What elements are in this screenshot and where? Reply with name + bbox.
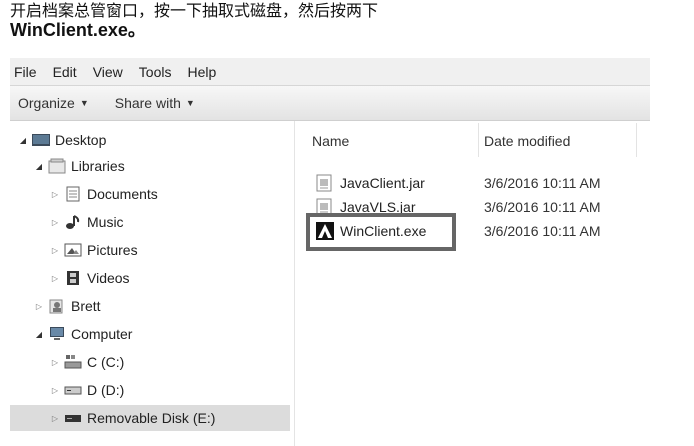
- tree-item-libraries[interactable]: ◢ Libraries: [34, 153, 125, 179]
- collapsed-arrow-icon[interactable]: ▷: [50, 358, 60, 367]
- menu-tools[interactable]: Tools: [131, 64, 180, 80]
- tree-label-drive-d: D (D:): [87, 382, 125, 398]
- tree-item-removable-disk[interactable]: ▷ Removable Disk (E:): [10, 405, 290, 431]
- file-name: JavaClient.jar: [340, 175, 425, 191]
- instruction-line-1: 开启档案总管窗口，按一下抽取式磁盘，然后按两下: [10, 3, 379, 20]
- expanded-arrow-icon[interactable]: ◢: [18, 136, 28, 145]
- user-folder-icon: [48, 298, 66, 314]
- collapsed-arrow-icon[interactable]: ▷: [50, 218, 60, 227]
- menu-edit[interactable]: Edit: [45, 64, 85, 80]
- tree-item-music[interactable]: ▷ Music: [50, 209, 124, 235]
- collapsed-arrow-icon[interactable]: ▷: [50, 246, 60, 255]
- tree-item-videos[interactable]: ▷ Videos: [50, 265, 130, 291]
- collapsed-arrow-icon[interactable]: ▷: [50, 274, 60, 283]
- jar-file-icon: [316, 174, 334, 192]
- column-header-name[interactable]: Name: [312, 133, 349, 149]
- system-drive-icon: [64, 354, 82, 370]
- window-edge: [650, 58, 684, 446]
- column-separator[interactable]: [478, 123, 479, 157]
- file-list-pane: Name Date modified JavaClient.jar 3/6/20…: [296, 121, 684, 446]
- computer-icon: [48, 326, 66, 342]
- music-icon: [64, 214, 82, 230]
- command-toolbar: Organize ▼ Share with ▼: [10, 86, 650, 121]
- removable-disk-icon: [64, 410, 82, 426]
- tree-item-drive-c[interactable]: ▷ C (C:): [50, 349, 124, 375]
- instruction-text: 开启档案总管窗口，按一下抽取式磁盘，然后按两下 WinClient.exe。: [10, 2, 690, 40]
- pictures-icon: [64, 242, 82, 258]
- chevron-down-icon: ▼: [185, 98, 195, 108]
- drive-icon: [64, 382, 82, 398]
- tree-label-removable-disk: Removable Disk (E:): [87, 410, 216, 426]
- desktop-icon: [32, 132, 50, 148]
- tree-item-documents[interactable]: ▷ Documents: [50, 181, 158, 207]
- tree-label-music: Music: [87, 214, 124, 230]
- menu-file[interactable]: File: [10, 64, 45, 80]
- explorer-window: File Edit View Tools Help Organize ▼ Sha…: [10, 58, 684, 446]
- tree-label-desktop: Desktop: [55, 132, 107, 148]
- tree-label-user: Brett: [71, 298, 101, 314]
- file-date: 3/6/2016 10:11 AM: [484, 199, 601, 215]
- tree-item-computer[interactable]: ◢ Computer: [34, 321, 133, 347]
- videos-icon: [64, 270, 82, 286]
- tree-label-documents: Documents: [87, 186, 158, 202]
- tree-item-pictures[interactable]: ▷ Pictures: [50, 237, 138, 263]
- tree-label-pictures: Pictures: [87, 242, 138, 258]
- highlight-box: [306, 213, 456, 251]
- collapsed-arrow-icon[interactable]: ▷: [50, 414, 60, 423]
- tree-label-videos: Videos: [87, 270, 130, 286]
- file-date: 3/6/2016 10:11 AM: [484, 223, 601, 239]
- organize-button[interactable]: Organize ▼: [18, 95, 89, 111]
- tree-label-libraries: Libraries: [71, 158, 125, 174]
- chevron-down-icon: ▼: [79, 98, 89, 108]
- column-header-date[interactable]: Date modified: [484, 133, 570, 149]
- tree-item-user[interactable]: ▷ Brett: [34, 293, 101, 319]
- file-date: 3/6/2016 10:11 AM: [484, 175, 601, 191]
- share-with-button[interactable]: Share with ▼: [115, 95, 195, 111]
- menu-help[interactable]: Help: [179, 64, 224, 80]
- menu-bar: File Edit View Tools Help: [10, 58, 650, 86]
- expanded-arrow-icon[interactable]: ◢: [34, 330, 44, 339]
- expanded-arrow-icon[interactable]: ◢: [34, 162, 44, 171]
- collapsed-arrow-icon[interactable]: ▷: [50, 386, 60, 395]
- menu-view[interactable]: View: [85, 64, 131, 80]
- documents-icon: [64, 186, 82, 202]
- collapsed-arrow-icon[interactable]: ▷: [34, 302, 44, 311]
- file-row-javaclient[interactable]: JavaClient.jar: [316, 171, 425, 195]
- tree-item-desktop[interactable]: ◢ Desktop: [18, 127, 106, 153]
- organize-label: Organize: [18, 95, 75, 111]
- tree-item-drive-d[interactable]: ▷ D (D:): [50, 377, 124, 403]
- tree-label-drive-c: C (C:): [87, 354, 125, 370]
- collapsed-arrow-icon[interactable]: ▷: [50, 190, 60, 199]
- libraries-icon: [48, 158, 66, 174]
- pane-divider[interactable]: [294, 121, 295, 446]
- share-with-label: Share with: [114, 95, 181, 111]
- navigation-pane: ◢ Desktop ◢ Libraries ▷ Documents ▷ Musi…: [10, 121, 290, 446]
- column-separator[interactable]: [636, 123, 637, 157]
- instruction-line-2: WinClient.exe。: [10, 20, 146, 40]
- tree-label-computer: Computer: [71, 326, 133, 342]
